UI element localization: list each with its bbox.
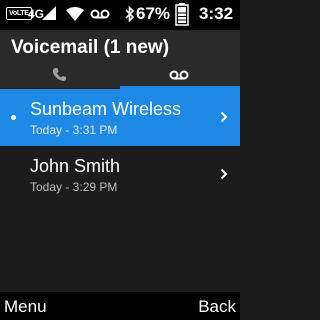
voicemail-icon: [169, 70, 189, 80]
bluetooth-icon: [125, 6, 134, 22]
tab-voicemail[interactable]: [120, 62, 240, 88]
wifi-icon: [66, 7, 84, 21]
header: Voicemail (1 new): [0, 30, 240, 62]
status-bar: VoLTE 4G 67% 3:32: [0, 0, 240, 30]
clock: 3:32: [199, 4, 234, 23]
softkey-bar: Menu Back: [0, 292, 240, 320]
battery-percent: 67%: [136, 4, 171, 23]
tab-bar: [0, 62, 240, 88]
page-title: Voicemail (1 new): [11, 37, 170, 58]
chevron-right-icon: [220, 111, 228, 123]
voicemail-time: Today - 3:31 PM: [30, 123, 118, 137]
caller-name: John Smith: [30, 156, 121, 176]
back-softkey[interactable]: Back: [198, 296, 236, 318]
battery-icon: [175, 3, 189, 26]
chevron-right-icon: [220, 168, 228, 180]
list-item[interactable]: John Smith Today - 3:29 PM: [0, 146, 240, 203]
list-item[interactable]: Sunbeam Wireless Today - 3:31 PM: [0, 89, 240, 146]
phone-icon: [52, 68, 66, 81]
tab-calls[interactable]: [0, 62, 120, 88]
voicemail-icon: [90, 9, 110, 19]
unread-dot: [11, 115, 16, 120]
voicemail-time: Today - 3:29 PM: [30, 180, 118, 194]
signal-icon: [42, 6, 56, 20]
menu-softkey[interactable]: Menu: [4, 296, 47, 318]
caller-name: Sunbeam Wireless: [30, 99, 182, 119]
